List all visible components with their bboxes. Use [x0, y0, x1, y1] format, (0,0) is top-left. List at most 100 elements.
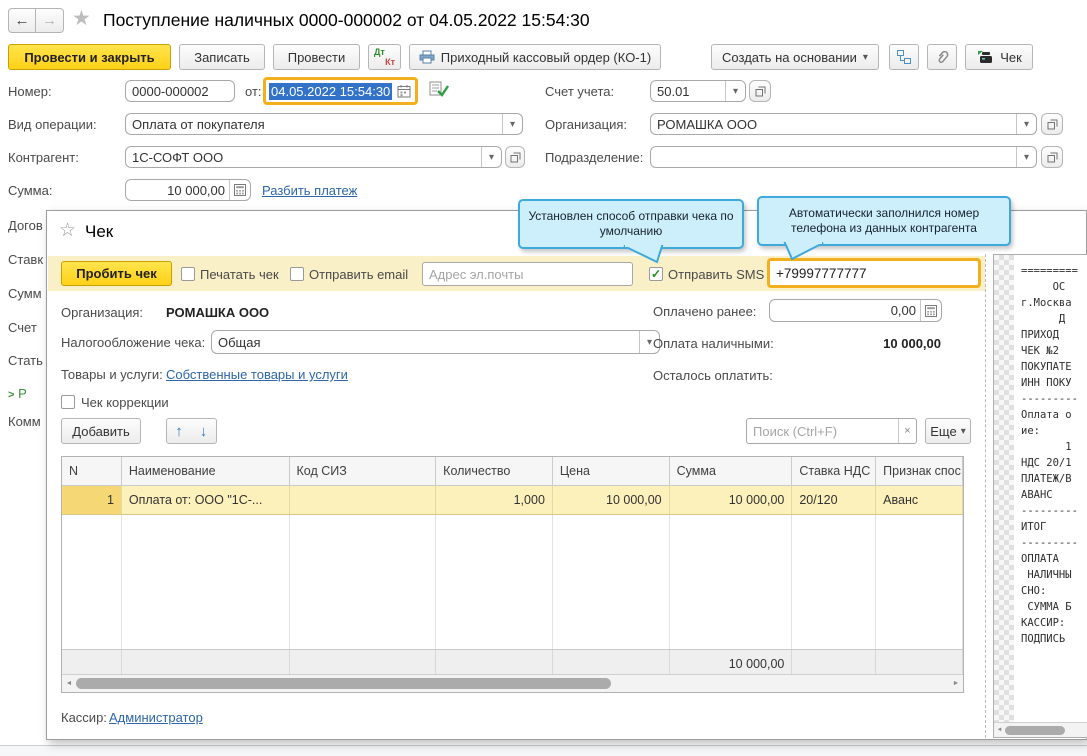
- goods-services-label: Товары и услуги:: [61, 367, 163, 382]
- search-field-wrap: ×: [746, 418, 917, 444]
- back-button[interactable]: ←: [8, 8, 36, 33]
- dt-kt-button[interactable]: Дт Кт: [368, 44, 401, 70]
- cell-payment-attr: Аванс: [876, 486, 963, 514]
- create-based-on-button[interactable]: Создать на основании ▾: [711, 44, 879, 70]
- split-payment-link[interactable]: Разбить платеж: [262, 183, 357, 198]
- add-row-button[interactable]: Добавить: [61, 418, 141, 444]
- forward-button[interactable]: →: [36, 8, 64, 33]
- calculator-icon[interactable]: [920, 300, 941, 321]
- counterparty-dropdown-icon[interactable]: ▾: [481, 147, 501, 167]
- fiscalize-button[interactable]: Пробить чек: [61, 261, 172, 286]
- number-field[interactable]: 0000-000002: [125, 80, 235, 102]
- cash-order-print-button[interactable]: Приходный кассовый ордер (КО-1): [409, 44, 661, 70]
- post-and-close-button[interactable]: Провести и закрыть: [8, 44, 171, 70]
- move-down-button[interactable]: ↓: [191, 418, 217, 444]
- scroll-left-icon[interactable]: ◄: [994, 727, 1005, 733]
- splitter[interactable]: [985, 254, 986, 738]
- check-button[interactable]: Чек: [965, 44, 1033, 70]
- scroll-left-icon[interactable]: ◄: [62, 680, 76, 687]
- phone-field: [767, 258, 981, 288]
- counterparty-open-button[interactable]: [505, 146, 525, 168]
- counterparty-label: Контрагент:: [8, 150, 79, 165]
- account-dropdown-icon[interactable]: ▾: [725, 81, 745, 101]
- col-header-price[interactable]: Цена: [553, 457, 670, 485]
- dialog-star-icon[interactable]: ☆: [59, 219, 76, 242]
- scroll-thumb[interactable]: [76, 678, 611, 689]
- division-dropdown-icon[interactable]: ▾: [1016, 147, 1036, 167]
- send-sms-label[interactable]: Отправить SMS: [668, 267, 764, 282]
- division-open-button[interactable]: [1041, 146, 1063, 168]
- clear-search-icon[interactable]: ×: [898, 419, 916, 443]
- table-empty-area: [62, 515, 963, 649]
- col-header-vat[interactable]: Ставка НДС: [792, 457, 877, 485]
- date-field[interactable]: 04.05.2022 15:54:30: [263, 77, 418, 105]
- details-group-label: Р: [18, 386, 27, 401]
- paid-earlier-value: 0,00: [890, 303, 916, 318]
- receipt-line: =========: [1021, 265, 1078, 277]
- col-header-n[interactable]: N: [62, 457, 122, 485]
- account2-label: Счет: [8, 320, 37, 335]
- receipt-line: ПОКУПАТЕ: [1021, 361, 1072, 373]
- amount-field[interactable]: 10 000,00: [125, 179, 251, 201]
- division-combo[interactable]: ▾: [650, 146, 1037, 168]
- account-open-button[interactable]: [749, 80, 771, 102]
- phone-input[interactable]: [770, 265, 978, 281]
- post-button[interactable]: Провести: [273, 44, 360, 70]
- left-to-pay-label: Осталось оплатить:: [653, 368, 773, 383]
- send-email-label[interactable]: Отправить email: [309, 267, 408, 282]
- check-button-label: Чек: [1000, 49, 1022, 65]
- counterparty-combo[interactable]: 1С-СОФТ ООО ▾: [125, 146, 502, 168]
- page-title: Поступление наличных 0000-000002 от 04.0…: [103, 10, 590, 30]
- col-header-name[interactable]: Наименование: [122, 457, 290, 485]
- organization-open-button[interactable]: [1041, 113, 1063, 135]
- dialog-org-value: РОМАШКА ООО: [166, 305, 270, 320]
- calendar-icon[interactable]: [397, 84, 411, 98]
- paid-earlier-field[interactable]: 0,00: [769, 299, 942, 322]
- col-header-sum[interactable]: Сумма: [670, 457, 793, 485]
- send-sms-checkbox[interactable]: ✓: [649, 267, 663, 281]
- print-check-label[interactable]: Печатать чек: [200, 267, 279, 282]
- details-group-link[interactable]: > Р: [8, 386, 46, 401]
- table-hscrollbar[interactable]: ◄ ►: [62, 674, 963, 692]
- goods-services-link[interactable]: Собственные товары и услуги: [166, 367, 348, 382]
- organization-dropdown-icon[interactable]: ▾: [1016, 114, 1036, 134]
- tooltip-tail: [783, 242, 824, 261]
- col-header-qty[interactable]: Количество: [436, 457, 553, 485]
- calculator-icon[interactable]: [229, 180, 250, 200]
- table-row[interactable]: 1 Оплата от: ООО "1С-... 1,000 10 000,00…: [62, 486, 963, 515]
- operation-kind-combo[interactable]: Оплата от покупателя ▾: [125, 113, 523, 135]
- set-current-date-button[interactable]: [429, 81, 449, 101]
- organization-combo[interactable]: РОМАШКА ООО ▾: [650, 113, 1037, 135]
- scroll-right-icon[interactable]: ►: [949, 680, 963, 687]
- tax-system-combo[interactable]: Общая ▾: [211, 330, 660, 354]
- email-input[interactable]: [423, 266, 632, 282]
- correction-check-label[interactable]: Чек коррекции: [81, 395, 169, 410]
- check-icon: ✓: [650, 267, 662, 281]
- receipt-line: Д: [1021, 313, 1066, 325]
- more-button[interactable]: Еще ▾: [925, 418, 971, 444]
- save-button[interactable]: Записать: [179, 44, 265, 70]
- search-input[interactable]: [747, 423, 898, 439]
- cashier-link[interactable]: Администратор: [109, 710, 203, 725]
- operation-kind-value: Оплата от покупателя: [132, 116, 265, 132]
- col-header-siz[interactable]: Код СИЗ: [290, 457, 437, 485]
- move-up-button[interactable]: ↑: [166, 418, 192, 444]
- tooltip-tail: [623, 245, 664, 264]
- print-check-checkbox[interactable]: [181, 267, 195, 281]
- fiscalize-label: Пробить чек: [76, 266, 157, 281]
- attachments-button[interactable]: [927, 44, 957, 70]
- receipt-line: ОПЛАТА: [1021, 553, 1059, 565]
- account-combo[interactable]: 50.01 ▾: [650, 80, 746, 102]
- col-header-payment-attr[interactable]: Признак спос: [876, 457, 963, 485]
- operation-dropdown-icon[interactable]: ▾: [502, 114, 522, 134]
- organization-value: РОМАШКА ООО: [657, 116, 758, 132]
- favorite-star-icon[interactable]: ★: [72, 6, 91, 31]
- cell-n: 1: [62, 486, 122, 514]
- related-documents-button[interactable]: [889, 44, 919, 70]
- receipt-line: ие:: [1021, 425, 1040, 437]
- tax-system-value: Общая: [218, 334, 261, 350]
- scroll-thumb[interactable]: [1005, 725, 1065, 735]
- correction-check-checkbox[interactable]: [61, 395, 75, 409]
- send-email-checkbox[interactable]: [290, 267, 304, 281]
- receipt-hscrollbar[interactable]: ◄: [994, 722, 1087, 737]
